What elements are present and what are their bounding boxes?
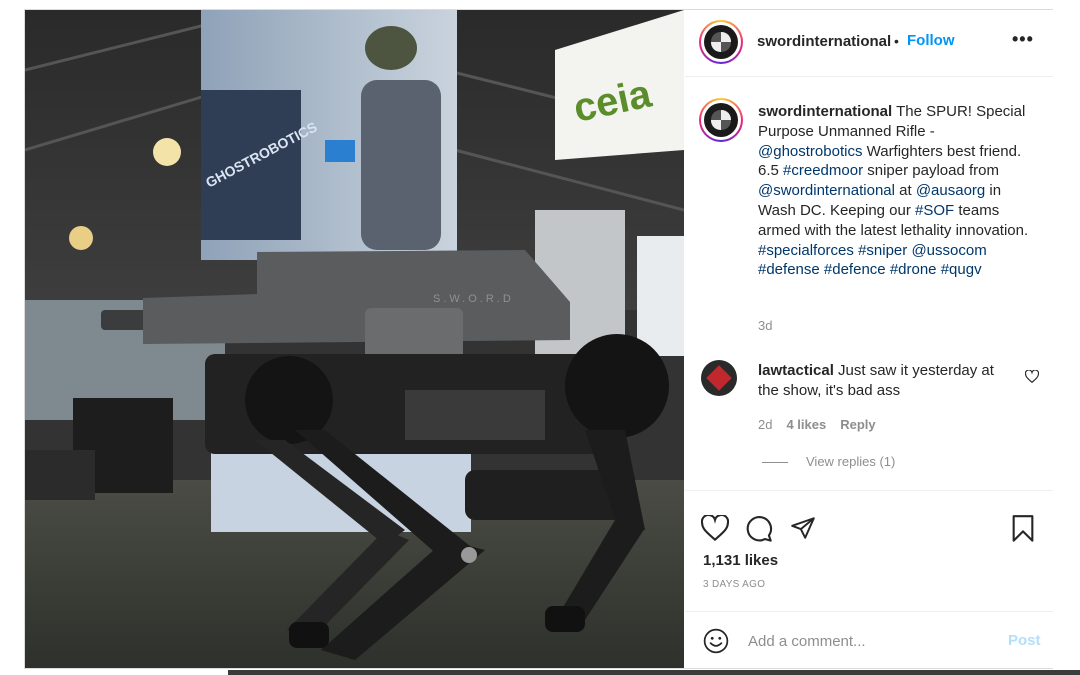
comment-username[interactable]: lawtactical bbox=[758, 362, 834, 379]
caption-time[interactable]: 3d bbox=[758, 318, 772, 333]
more-options-icon[interactable]: ••• bbox=[1012, 29, 1034, 50]
robot-dog-photo: GHOSTROBOTICS ceia S.W.O.R.D bbox=[25, 10, 684, 668]
hashtag-link[interactable]: #defense bbox=[758, 261, 820, 278]
comment-text-block: lawtactical Just saw it yesterday at the… bbox=[758, 361, 1013, 401]
add-comment-bar: Post bbox=[685, 611, 1053, 669]
caption-text-segment: sniper payload from bbox=[863, 162, 999, 180]
mention-link[interactable]: @ussocom bbox=[911, 242, 986, 259]
add-comment-input[interactable] bbox=[746, 629, 990, 653]
post-comment-button[interactable]: Post bbox=[1008, 632, 1041, 649]
hashtag-link[interactable]: #sniper bbox=[858, 242, 907, 259]
commenter-avatar[interactable] bbox=[701, 360, 737, 396]
caption-avatar[interactable] bbox=[699, 98, 743, 142]
rifle-brand-text: S.W.O.R.D bbox=[433, 293, 514, 305]
hashtag-link[interactable]: #defence bbox=[824, 261, 886, 278]
view-replies-button[interactable]: View replies (1) bbox=[762, 454, 895, 469]
sword-logo-icon bbox=[704, 103, 738, 137]
likes-count[interactable]: 1,131 likes bbox=[703, 552, 778, 569]
view-replies-label: View replies (1) bbox=[806, 454, 896, 469]
comment-likes[interactable]: 4 likes bbox=[786, 417, 826, 432]
taskbar-edge bbox=[228, 670, 1080, 675]
post-photo[interactable]: GHOSTROBOTICS ceia S.W.O.R.D bbox=[25, 10, 684, 668]
comment-icon[interactable] bbox=[745, 515, 773, 543]
post-date[interactable]: 3 DAYS AGO bbox=[703, 579, 765, 590]
author-avatar[interactable] bbox=[699, 20, 743, 64]
emoji-icon[interactable] bbox=[703, 628, 729, 654]
heart-icon[interactable] bbox=[701, 515, 729, 541]
hashtag-link[interactable]: #creedmoor bbox=[783, 162, 863, 179]
header-username[interactable]: swordinternational bbox=[757, 33, 891, 50]
bookmark-icon[interactable] bbox=[1011, 515, 1035, 543]
comment-meta: 2d 4 likes Reply bbox=[758, 417, 890, 432]
reply-button[interactable]: Reply bbox=[840, 417, 875, 432]
post-side-panel: swordinternational • Follow ••• swordint… bbox=[685, 10, 1053, 668]
replies-divider-line bbox=[762, 462, 788, 464]
sword-logo-icon bbox=[704, 25, 738, 59]
follow-button[interactable]: Follow bbox=[907, 32, 955, 49]
mention-link[interactable]: @ghostrobotics bbox=[758, 143, 862, 160]
caption-text-segment: at bbox=[894, 182, 916, 200]
mention-link[interactable]: @swordinternational bbox=[758, 182, 895, 199]
hashtag-link[interactable]: #drone bbox=[890, 261, 937, 278]
comment-like-heart-icon[interactable] bbox=[1025, 370, 1039, 383]
separator-dot: • bbox=[894, 33, 899, 49]
hashtag-link[interactable]: #qugv bbox=[941, 261, 982, 278]
comment-time[interactable]: 2d bbox=[758, 417, 772, 432]
lawtactical-logo-icon bbox=[706, 365, 732, 391]
mention-link[interactable]: @ausaorg bbox=[916, 182, 985, 199]
hashtag-link[interactable]: #specialforces bbox=[758, 242, 854, 259]
post-header: swordinternational • Follow ••• bbox=[685, 10, 1053, 77]
caption-username[interactable]: swordinternational bbox=[758, 103, 892, 120]
instagram-post-modal: GHOSTROBOTICS ceia S.W.O.R.D swordintern… bbox=[24, 9, 1053, 669]
caption-text: The SPUR! Special Purpose Unmanned Rifle… bbox=[758, 103, 1028, 278]
share-icon[interactable] bbox=[789, 515, 817, 541]
hashtag-link[interactable]: #SOF bbox=[915, 202, 954, 219]
post-caption: swordinternational The SPUR! Special Pur… bbox=[758, 102, 1040, 280]
